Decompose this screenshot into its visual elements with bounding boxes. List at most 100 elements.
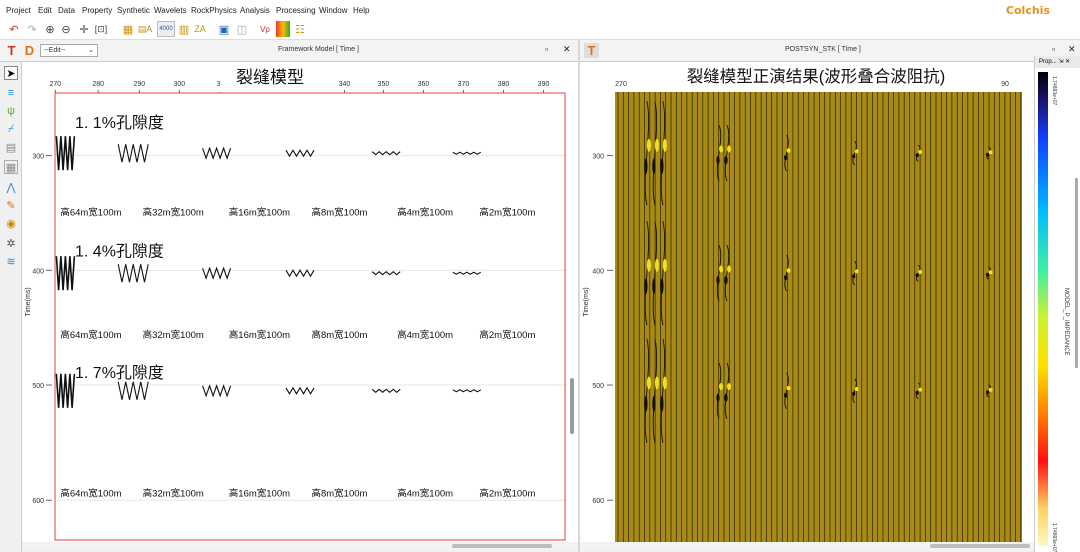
- close-icon[interactable]: ✕: [1068, 44, 1076, 55]
- grid-tool-icon[interactable]: ▦: [120, 21, 136, 37]
- fracture-size-label: 高16m宽100m: [229, 329, 290, 341]
- fracture-size-label: 高4m宽100m: [397, 207, 453, 219]
- amplitude-peak: [719, 145, 724, 153]
- edit-dropdown[interactable]: --Edit-- ⌄: [40, 44, 98, 57]
- fracture-marker: [285, 269, 315, 278]
- amplitude-trough: [644, 158, 648, 174]
- zoom-out-icon[interactable]: ⊖: [58, 21, 74, 37]
- menu-wavelets[interactable]: Wavelets: [154, 6, 187, 15]
- menu-data[interactable]: Data: [58, 6, 75, 15]
- fracture-size-label: 高8m宽100m: [311, 207, 367, 219]
- amplitude-peak: [646, 258, 651, 272]
- property-tab[interactable]: Prop... ⇲ ✕: [1035, 56, 1080, 68]
- y-tick-label: 400: [592, 268, 604, 275]
- fracture-size-label: 高16m宽100m: [229, 487, 290, 499]
- amplitude-trough: [716, 276, 720, 285]
- undo-icon[interactable]: ↶: [6, 21, 22, 37]
- fracture-size-label: 高8m宽100m: [311, 487, 367, 499]
- colorbar-ramp: [1038, 72, 1048, 546]
- amplitude-peak: [988, 270, 993, 275]
- layer-icon[interactable]: ▤: [4, 140, 18, 154]
- zoom-in-icon[interactable]: ⊕: [42, 21, 58, 37]
- menu-project[interactable]: Project: [6, 6, 31, 15]
- impedance-icon[interactable]: ZA: [193, 21, 207, 37]
- amplitude-peak: [918, 270, 923, 274]
- framework-model-view[interactable]: 2702802903003134035036037038039030040050…: [22, 62, 578, 542]
- right-panel-header: T POSTSYN_STK [ Time ] ▫ ✕: [580, 40, 1080, 62]
- y-axis-label: Time(ms): [583, 287, 590, 316]
- porosity-heading: 1. 1%孔隙度: [75, 114, 164, 132]
- fit-icon[interactable]: [⊡]: [93, 21, 109, 37]
- left-scrollbar-thumb[interactable]: [452, 544, 552, 548]
- fracture-size-label: 高64m宽100m: [60, 329, 121, 341]
- vp-tool-icon[interactable]: Vp: [258, 21, 272, 37]
- amplitude-trough: [783, 155, 788, 161]
- fracture-marker: [371, 270, 401, 276]
- redo-icon[interactable]: ↷: [24, 21, 40, 37]
- fracture-size-label: 高4m宽100m: [397, 487, 453, 499]
- settings-icon[interactable]: ✲: [4, 236, 18, 250]
- close-icon[interactable]: ✕: [1065, 59, 1070, 65]
- menu-processing[interactable]: Processing: [276, 6, 316, 15]
- amplitude-trough: [724, 393, 728, 402]
- right-scrollbar-thumb[interactable]: [930, 544, 1030, 548]
- legend-icon[interactable]: ☷: [293, 21, 307, 37]
- paint-icon[interactable]: ◉: [4, 216, 18, 230]
- amplitude-trough: [783, 392, 788, 398]
- text-tool-icon[interactable]: T: [584, 43, 599, 58]
- framework-model-plot: 2702802903003134035036037038039030040050…: [25, 66, 567, 541]
- amplitude-peak: [646, 138, 651, 152]
- axis-tool-icon[interactable]: ▤A: [137, 21, 153, 37]
- left-horizontal-scrollbar[interactable]: [22, 543, 578, 550]
- well-icon[interactable]: ψ: [4, 104, 18, 118]
- pencil-icon[interactable]: ✎: [4, 198, 18, 212]
- amplitude-peak: [786, 385, 791, 391]
- amplitude-peak: [727, 265, 732, 273]
- amplitude-peak: [786, 268, 791, 273]
- horizon-icon[interactable]: ≡: [4, 86, 18, 100]
- menu-analysis[interactable]: Analysis: [240, 6, 270, 15]
- menu-bar: Project Edit Data Property Synthetic Wav…: [0, 0, 1080, 18]
- maximize-icon[interactable]: ▫: [545, 44, 548, 54]
- x-tick-label: 270: [50, 81, 62, 88]
- colorbar-min-label: 1.74893e+07: [1051, 523, 1057, 552]
- amplitude-peak: [654, 258, 659, 272]
- close-icon[interactable]: ✕: [563, 44, 571, 55]
- stack-icon[interactable]: ≋: [4, 254, 18, 268]
- layout-icon[interactable]: ▣: [216, 21, 232, 37]
- amplitude-trough: [986, 152, 990, 157]
- pin-icon[interactable]: ⇲: [1058, 59, 1063, 65]
- main-toolbar: ↶ ↷ ⊕ ⊖ ✛ [⊡] ▦ ▤A 4000 ▥ ZA ▣ ◫ Vp ☷: [0, 18, 1080, 40]
- text-tool-icon[interactable]: T: [4, 43, 19, 58]
- color-4000-icon[interactable]: 4000: [157, 21, 175, 37]
- postsyn-stack-view[interactable]: 300 400 500 600 Time(ms) 270 90 裂缝模型正演结果(波形叠合波阻…: [580, 62, 1034, 542]
- y-tick-label: 300: [592, 154, 604, 161]
- menu-rockphysics[interactable]: RockPhysics: [191, 6, 237, 15]
- x-tick-label: 380: [498, 81, 510, 88]
- y-tick-label: 600: [32, 498, 44, 505]
- amplitude-trough: [644, 278, 648, 294]
- bar-chart-icon[interactable]: ▥: [177, 21, 191, 37]
- menu-property[interactable]: Property: [82, 6, 112, 15]
- menu-synthetic[interactable]: Synthetic: [117, 6, 150, 15]
- maximize-icon[interactable]: ▫: [1052, 44, 1055, 54]
- right-horizontal-scrollbar[interactable]: [580, 543, 1034, 550]
- x-tick-label: 270: [615, 81, 627, 88]
- amplitude-peak: [727, 383, 732, 391]
- colorbar: 1.74893e+07 1.74893e+07 MODEL_P_IMPEDANCE: [1038, 72, 1078, 552]
- menu-help[interactable]: Help: [353, 6, 369, 15]
- heatmap-icon[interactable]: [276, 21, 290, 37]
- graph-icon[interactable]: ⋀: [4, 180, 18, 194]
- depth-tool-icon[interactable]: D: [22, 43, 37, 58]
- fault-icon[interactable]: ⌿: [4, 122, 18, 136]
- vertical-scrollbar-thumb[interactable]: [570, 378, 574, 434]
- pan-icon[interactable]: ✛: [76, 21, 92, 37]
- fracture-size-label: 高32m宽100m: [143, 207, 204, 219]
- pointer-icon[interactable]: ➤: [4, 66, 18, 80]
- menu-window[interactable]: Window: [319, 6, 347, 15]
- split-icon[interactable]: ◫: [234, 21, 250, 37]
- grid-icon[interactable]: ▦: [4, 160, 18, 174]
- fracture-size-label: 高2m宽100m: [479, 487, 535, 499]
- fracture-marker: [117, 144, 149, 163]
- menu-edit[interactable]: Edit: [38, 6, 52, 15]
